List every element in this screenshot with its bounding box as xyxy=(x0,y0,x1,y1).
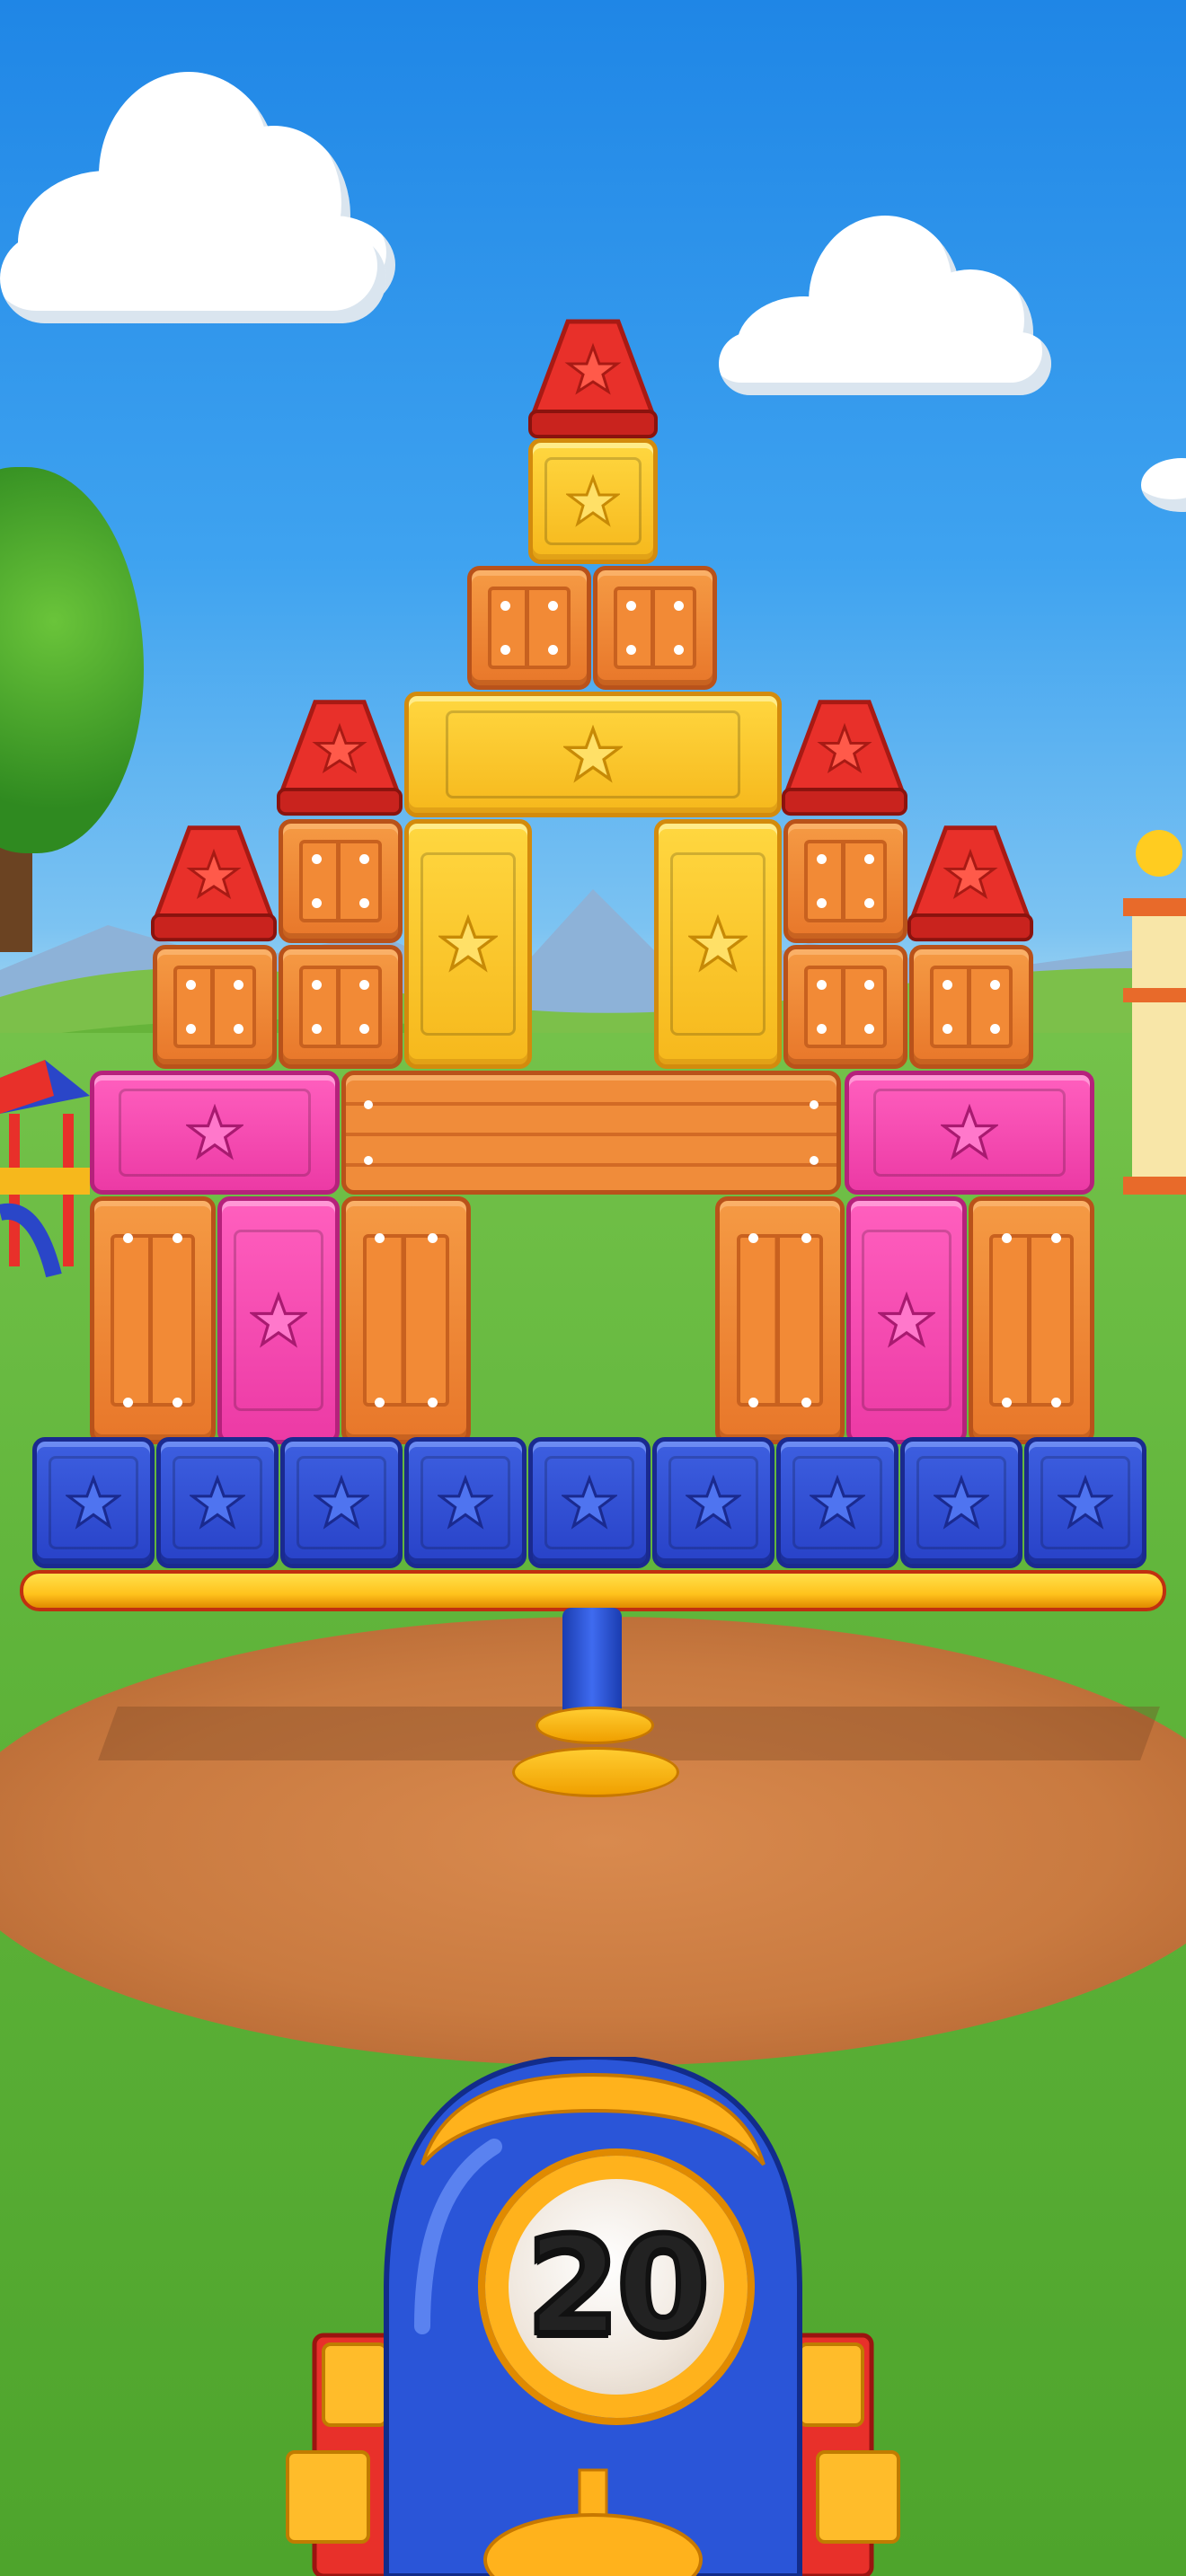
seesaw-base xyxy=(512,1747,679,1797)
blue-block xyxy=(32,1437,155,1568)
star-icon xyxy=(562,1475,617,1530)
pink-block xyxy=(217,1196,340,1444)
crate-block xyxy=(279,945,403,1069)
plank-block xyxy=(341,1071,841,1195)
seesaw-base xyxy=(535,1707,654,1744)
star-icon xyxy=(878,1292,935,1348)
blue-block xyxy=(652,1437,774,1568)
crate-block xyxy=(593,566,717,690)
star-icon xyxy=(934,1475,989,1530)
star-icon xyxy=(66,1475,121,1530)
crate-block xyxy=(467,566,591,690)
crate-block xyxy=(715,1196,845,1444)
tower-icon xyxy=(1123,830,1186,1195)
crate-block xyxy=(90,1196,216,1444)
blue-block xyxy=(900,1437,1022,1568)
cloud-icon xyxy=(0,63,395,323)
star-icon xyxy=(563,725,623,783)
crate-block xyxy=(783,819,907,943)
crate-block xyxy=(341,1196,471,1444)
crate-block xyxy=(279,819,403,943)
star-icon xyxy=(810,1475,865,1530)
yellow-block xyxy=(404,819,532,1069)
blue-block xyxy=(1024,1437,1146,1568)
roof-block xyxy=(907,825,1033,942)
roof-block xyxy=(151,825,277,942)
star-icon xyxy=(941,1104,998,1160)
shots-remaining-value: 20 xyxy=(524,2206,713,2368)
roof-block xyxy=(528,319,658,438)
cloud-icon xyxy=(1141,449,1186,512)
star-icon xyxy=(686,1475,741,1530)
crate-block xyxy=(969,1196,1094,1444)
blue-block xyxy=(528,1437,651,1568)
game-scene[interactable]: 20 xyxy=(0,0,1186,2576)
shots-remaining-counter: 20 xyxy=(485,2156,748,2418)
pink-block xyxy=(90,1071,340,1195)
crate-block xyxy=(153,945,277,1069)
star-icon xyxy=(438,1475,493,1530)
star-icon xyxy=(190,1475,245,1530)
seesaw-platform xyxy=(20,1570,1166,1611)
roof-block xyxy=(782,700,907,816)
blue-block xyxy=(280,1437,403,1568)
blue-block xyxy=(404,1437,527,1568)
tree-icon xyxy=(0,467,153,952)
roof-block xyxy=(277,700,403,816)
blue-block xyxy=(156,1437,279,1568)
star-icon xyxy=(566,474,620,527)
star-icon xyxy=(688,914,748,973)
crate-block xyxy=(783,945,907,1069)
cloud-icon xyxy=(719,216,1051,395)
yellow-block xyxy=(404,692,782,817)
pink-block xyxy=(846,1196,967,1444)
blue-block xyxy=(776,1437,898,1568)
star-icon xyxy=(186,1104,243,1160)
pink-block xyxy=(845,1071,1094,1195)
yellow-block xyxy=(654,819,782,1069)
crate-block xyxy=(909,945,1033,1069)
star-icon xyxy=(250,1292,307,1348)
star-icon xyxy=(1058,1475,1113,1530)
star-icon xyxy=(314,1475,369,1530)
playground-icon xyxy=(0,1060,90,1278)
yellow-block xyxy=(528,438,658,564)
star-icon xyxy=(438,914,498,973)
